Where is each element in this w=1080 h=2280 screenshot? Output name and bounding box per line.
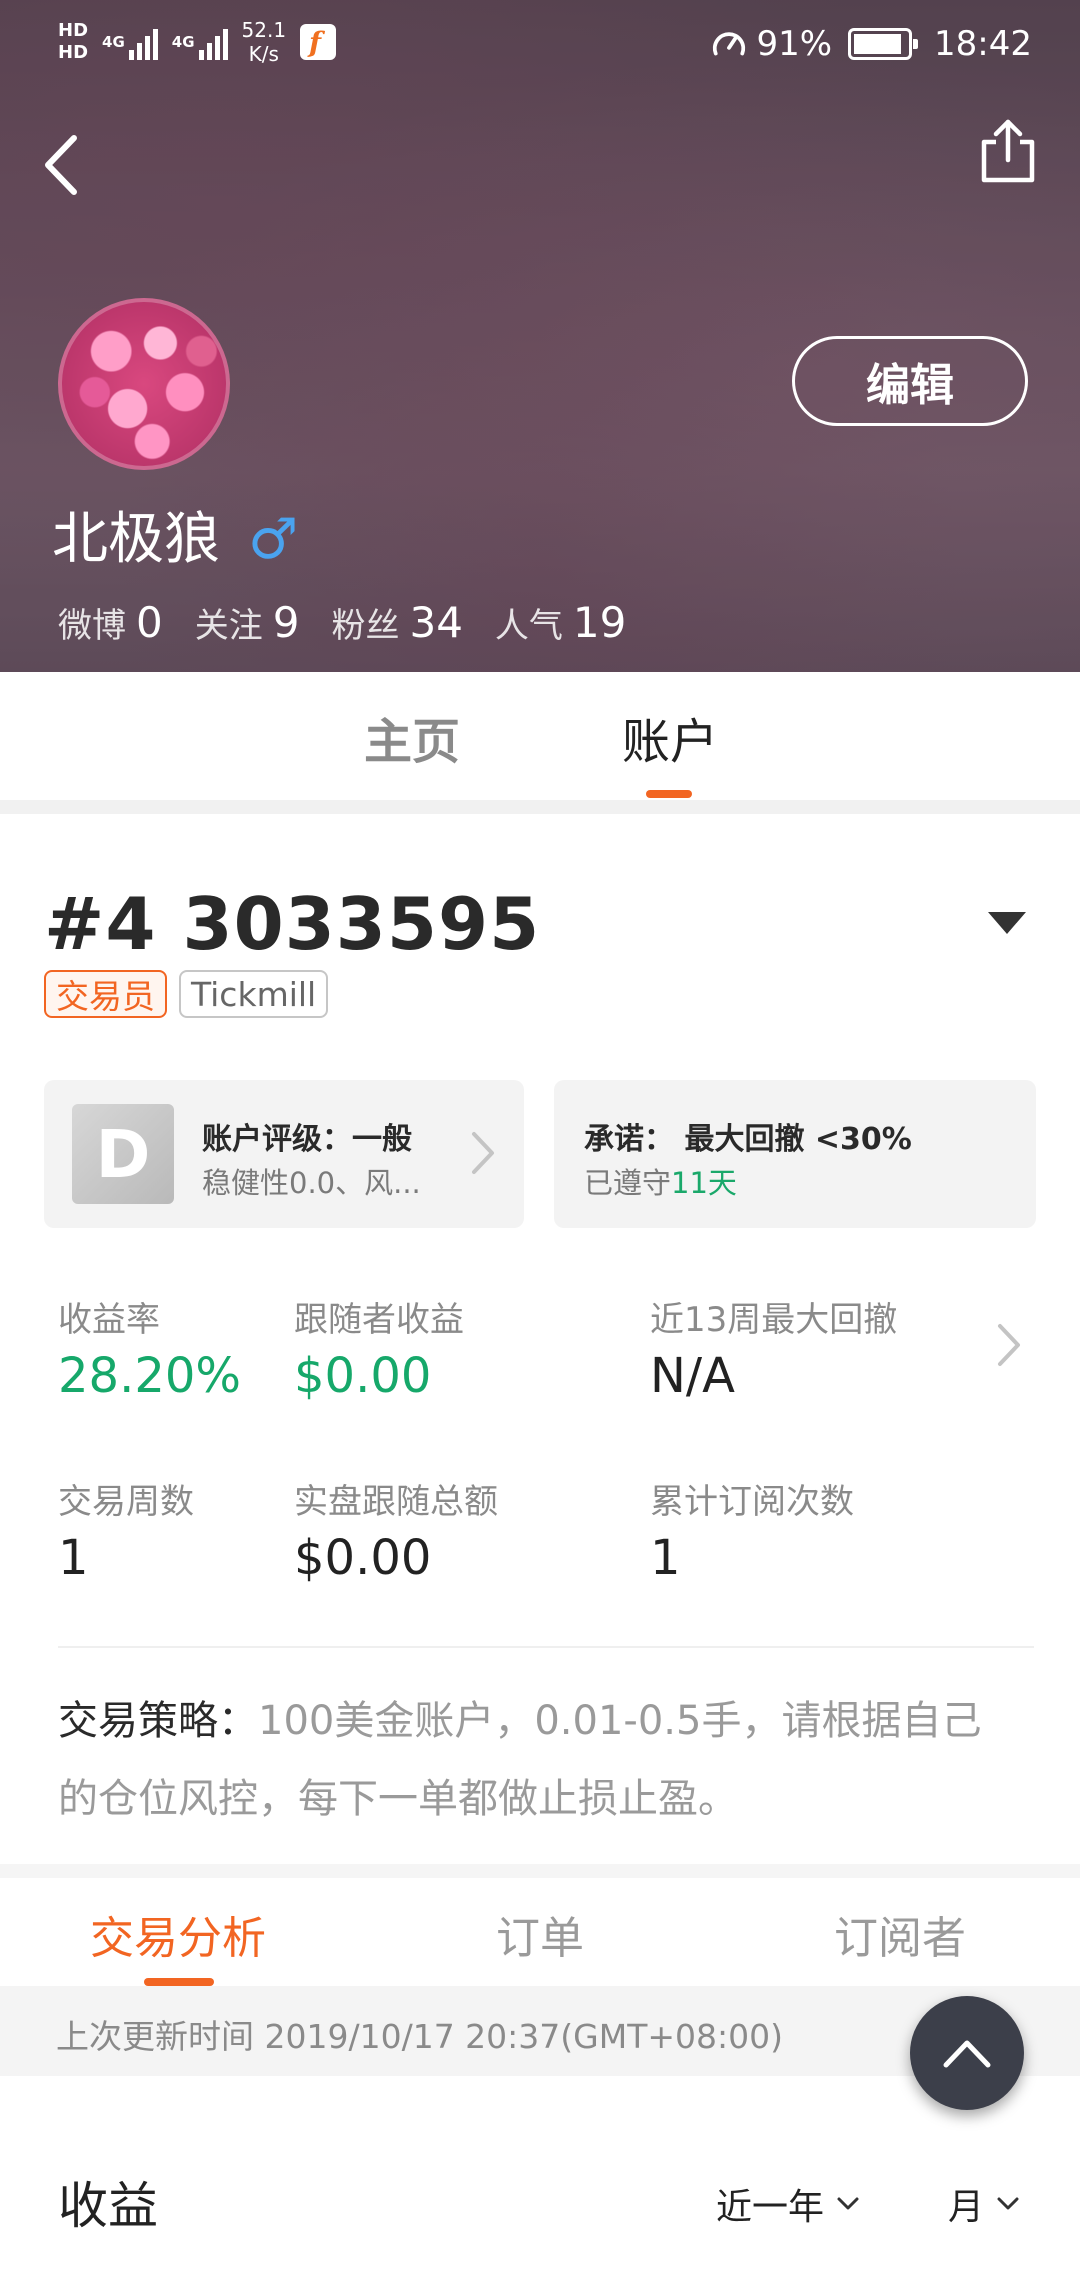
tab-home[interactable]: 主页 [364, 702, 460, 772]
share-icon[interactable] [980, 118, 1036, 184]
metric-label-follower-profit: 跟随者收益 [294, 1300, 464, 1340]
granularity-select[interactable]: 月 [948, 2178, 1020, 2230]
metric-label-subscriptions: 累计订阅次数 [650, 1482, 854, 1522]
chevron-down-icon [997, 2197, 1019, 2210]
metric-value-max-drawdown: N/A [650, 1348, 735, 1404]
username-text: 北极狼 [52, 507, 220, 572]
clock: 18:42 [934, 24, 1032, 64]
grade-badge: D [72, 1104, 174, 1204]
chevron-right-icon[interactable] [996, 1322, 1022, 1368]
metric-value-subscriptions: 1 [650, 1530, 681, 1586]
metric-value-return: 28.20% [58, 1348, 242, 1404]
rating-sub: 稳健性0.0、风... [202, 1166, 421, 1200]
username: 北极狼 ♂ [52, 504, 298, 576]
account-tags: 交易员 Tickmill [44, 970, 329, 1018]
account-dropdown-icon[interactable] [988, 912, 1026, 934]
network-speed: 52.1 K/s [241, 18, 287, 66]
tab-indicator [144, 1978, 214, 1986]
tab-indicator [646, 790, 692, 798]
account-number: #4 3033595 [44, 882, 541, 966]
metric-label-follow-total: 实盘跟随总额 [294, 1482, 498, 1522]
male-gender-icon: ♂ [248, 507, 299, 572]
battery-icon [848, 28, 919, 60]
metric-label-trade-weeks: 交易周数 [58, 1482, 194, 1522]
tab-account[interactable]: 账户 [622, 702, 718, 772]
last-updated-text: 上次更新时间 2019/10/17 20:37(GMT+08:00) [56, 2017, 783, 2056]
metric-value-trade-weeks: 1 [58, 1530, 89, 1586]
stat-followers[interactable]: 粉丝 34 [331, 598, 462, 647]
stat-weibo[interactable]: 微博 0 [58, 598, 163, 647]
profile-stats: 微博 0 关注 9 粉丝 34 人气 19 [58, 598, 626, 647]
back-arrow-icon[interactable] [38, 130, 86, 200]
tab-subscribers[interactable]: 订阅者 [834, 1902, 966, 1966]
signal-icon: 4G [102, 24, 158, 60]
account-rating-card[interactable]: D 账户评级：一般 稳健性0.0、风... [44, 1080, 524, 1228]
metric-value-follower-profit: $0.00 [294, 1348, 432, 1404]
chevron-up-icon [943, 2040, 991, 2068]
speedometer-icon [713, 32, 746, 56]
chevron-down-icon [837, 2197, 859, 2210]
period-select[interactable]: 近一年 [716, 2178, 860, 2230]
status-bar: HD HD 4G 4G 52.1 K/s 91% [0, 0, 1080, 90]
profile-header: HD HD 4G 4G 52.1 K/s 91% [0, 0, 1080, 672]
divider [58, 1646, 1034, 1648]
metric-value-follow-total: $0.00 [294, 1530, 432, 1586]
battery-percent: 91% [756, 24, 833, 64]
analysis-tab-bar: 交易分析 订单 订阅者 [0, 1878, 1080, 1986]
rating-title: 账户评级：一般 [202, 1122, 412, 1157]
broker-tag: Tickmill [179, 970, 329, 1018]
strategy-text: 交易策略：100美金账户，0.01-0.5手，请根据自己的仓位风控，每下一单都做… [58, 1698, 982, 1822]
promise-title: 承诺： 最大回撤 <30% [584, 1122, 912, 1157]
earnings-title: 收益 [58, 2177, 158, 2235]
hd-indicator: HD HD [58, 20, 89, 63]
promise-card: 承诺： 最大回撤 <30% 已遵守11天 [554, 1080, 1036, 1228]
chevron-right-icon [472, 1132, 494, 1174]
avatar[interactable] [58, 298, 230, 470]
signal-icon: 4G [172, 24, 228, 60]
section-divider [0, 800, 1080, 814]
promise-sub: 已遵守11天 [584, 1166, 737, 1200]
scroll-to-top-button[interactable] [910, 1996, 1024, 2110]
main-tab-bar: 主页 账户 [0, 672, 1080, 800]
section-divider [0, 1864, 1080, 1878]
edit-profile-button[interactable]: 编辑 [792, 336, 1028, 426]
metric-label-return: 收益率 [58, 1300, 160, 1340]
tab-trade-analysis[interactable]: 交易分析 [90, 1902, 266, 1966]
tab-orders[interactable]: 订单 [496, 1902, 584, 1966]
trader-tag: 交易员 [44, 970, 167, 1018]
stat-following[interactable]: 关注 9 [195, 598, 300, 647]
app-notification-icon [300, 24, 337, 60]
stat-popularity: 人气 19 [494, 598, 627, 647]
metric-label-max-drawdown: 近13周最大回撤 [650, 1300, 898, 1340]
